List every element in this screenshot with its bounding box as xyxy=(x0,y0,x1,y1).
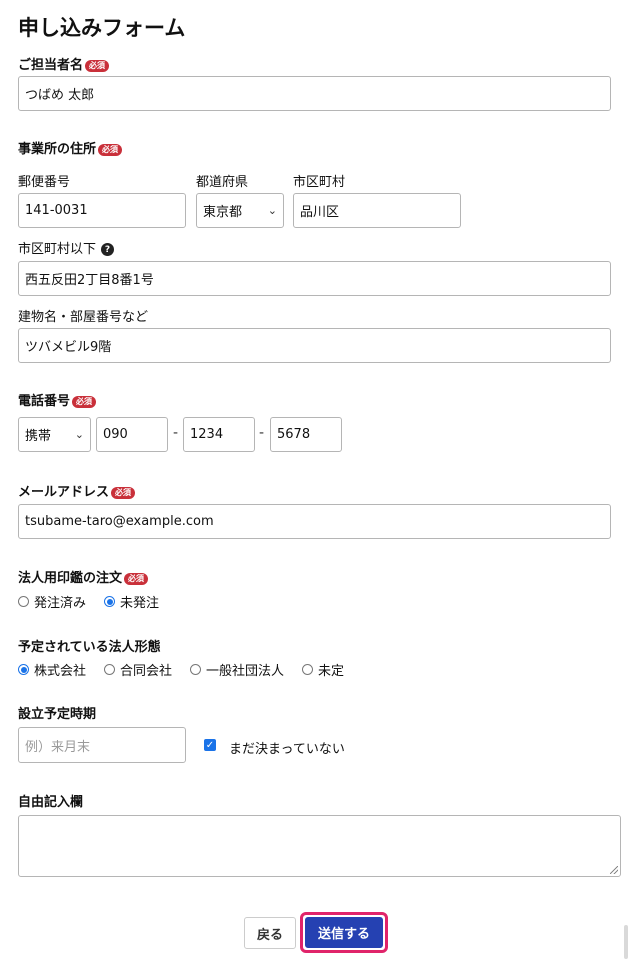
phone-part2-input[interactable]: 1234 xyxy=(183,417,255,452)
contact-name-label-text: ご担当者名 xyxy=(18,58,84,73)
entity-type-option-shadan[interactable]: 一般社団法人 xyxy=(190,660,284,679)
page-title: 申し込みフォーム xyxy=(18,16,186,40)
radio-button[interactable] xyxy=(190,664,202,675)
contact-name-input[interactable]: つばめ 太郎 xyxy=(18,76,611,111)
phone-type-select[interactable]: 携帯 ⌄ xyxy=(18,417,91,452)
street-label-text: 市区町村以下 xyxy=(18,242,97,257)
radio-button[interactable] xyxy=(104,664,116,675)
prefecture-label: 都道府県 xyxy=(196,175,249,190)
phone-part1-input[interactable]: 090 xyxy=(96,417,168,452)
street-input[interactable]: 西五反田2丁目8番1号 xyxy=(18,261,611,296)
email-label: メールアドレス 必須 xyxy=(18,481,136,500)
entity-type-label: 予定されている法人形態 xyxy=(18,640,161,655)
contact-name-label: ご担当者名 必須 xyxy=(18,54,110,73)
help-icon[interactable]: ? xyxy=(101,243,115,256)
email-input[interactable]: tsubame-taro@example.com xyxy=(18,504,611,539)
submit-button-focus-ring: 送信する xyxy=(300,912,388,953)
phone-separator: - xyxy=(173,425,179,441)
resize-handle-icon[interactable] xyxy=(610,866,618,874)
entity-type-option-kabushiki[interactable]: 株式会社 xyxy=(18,660,86,679)
radio-label: 未発注 xyxy=(120,596,160,611)
radio-label: 株式会社 xyxy=(34,664,87,679)
postal-label: 郵便番号 xyxy=(18,175,71,190)
radio-button[interactable] xyxy=(302,664,314,675)
phone-type-value: 携帯 xyxy=(25,429,52,444)
radio-button-selected[interactable] xyxy=(104,596,116,607)
free-text-textarea[interactable] xyxy=(18,815,621,877)
required-badge: 必須 xyxy=(111,486,136,499)
chevron-down-icon: ⌄ xyxy=(74,428,84,441)
entity-type-option-undecided[interactable]: 未定 xyxy=(302,660,344,679)
seal-order-radio-group: 発注済み 未発注 xyxy=(18,592,177,611)
prefecture-select[interactable]: 東京都 ⌄ xyxy=(196,193,284,228)
entity-type-radio-group: 株式会社 合同会社 一般社団法人 未定 xyxy=(18,660,362,679)
radio-button-selected[interactable] xyxy=(18,664,29,675)
seal-order-option-ordered[interactable]: 発注済み xyxy=(18,592,86,611)
phone-separator: - xyxy=(259,425,265,441)
phone-label: 電話番号 必須 xyxy=(18,390,97,409)
radio-button[interactable] xyxy=(18,596,29,607)
undecided-checkbox-label[interactable]: まだ決まっていない xyxy=(229,738,345,757)
required-badge: 必須 xyxy=(85,59,110,72)
radio-label: 合同会社 xyxy=(120,664,173,679)
undecided-checkbox[interactable]: ✓ xyxy=(204,739,216,751)
chevron-down-icon: ⌄ xyxy=(267,204,277,217)
required-badge: 必須 xyxy=(72,395,97,408)
prefecture-value: 東京都 xyxy=(203,205,243,220)
scrollbar[interactable] xyxy=(624,925,628,959)
entity-type-option-godo[interactable]: 合同会社 xyxy=(104,660,172,679)
city-label: 市区町村 xyxy=(293,175,346,190)
back-button[interactable]: 戻る xyxy=(244,917,296,949)
establish-date-input[interactable]: 例）来月末 xyxy=(18,727,186,763)
city-input[interactable]: 品川区 xyxy=(293,193,461,228)
seal-order-option-not-ordered[interactable]: 未発注 xyxy=(104,592,159,611)
submit-button[interactable]: 送信する xyxy=(305,917,383,948)
free-text-label: 自由記入欄 xyxy=(18,795,84,810)
establish-date-label: 設立予定時期 xyxy=(18,707,97,722)
phone-part3-input[interactable]: 5678 xyxy=(270,417,342,452)
radio-label: 未定 xyxy=(318,664,345,679)
radio-label: 一般社団法人 xyxy=(206,664,285,679)
street-label: 市区町村以下? xyxy=(18,238,115,257)
address-label: 事業所の住所 必須 xyxy=(18,138,123,157)
seal-order-label: 法人用印鑑の注文 必須 xyxy=(18,567,149,586)
postal-input[interactable]: 141-0031 xyxy=(18,193,186,228)
address-label-text: 事業所の住所 xyxy=(18,142,97,157)
required-badge: 必須 xyxy=(124,572,149,585)
radio-label: 発注済み xyxy=(34,596,87,611)
building-label: 建物名・部屋番号など xyxy=(18,310,149,325)
seal-order-label-text: 法人用印鑑の注文 xyxy=(18,571,123,586)
building-input[interactable]: ツバメビル9階 xyxy=(18,328,611,363)
required-badge: 必須 xyxy=(98,143,123,156)
email-label-text: メールアドレス xyxy=(18,485,110,500)
phone-label-text: 電話番号 xyxy=(18,394,71,409)
